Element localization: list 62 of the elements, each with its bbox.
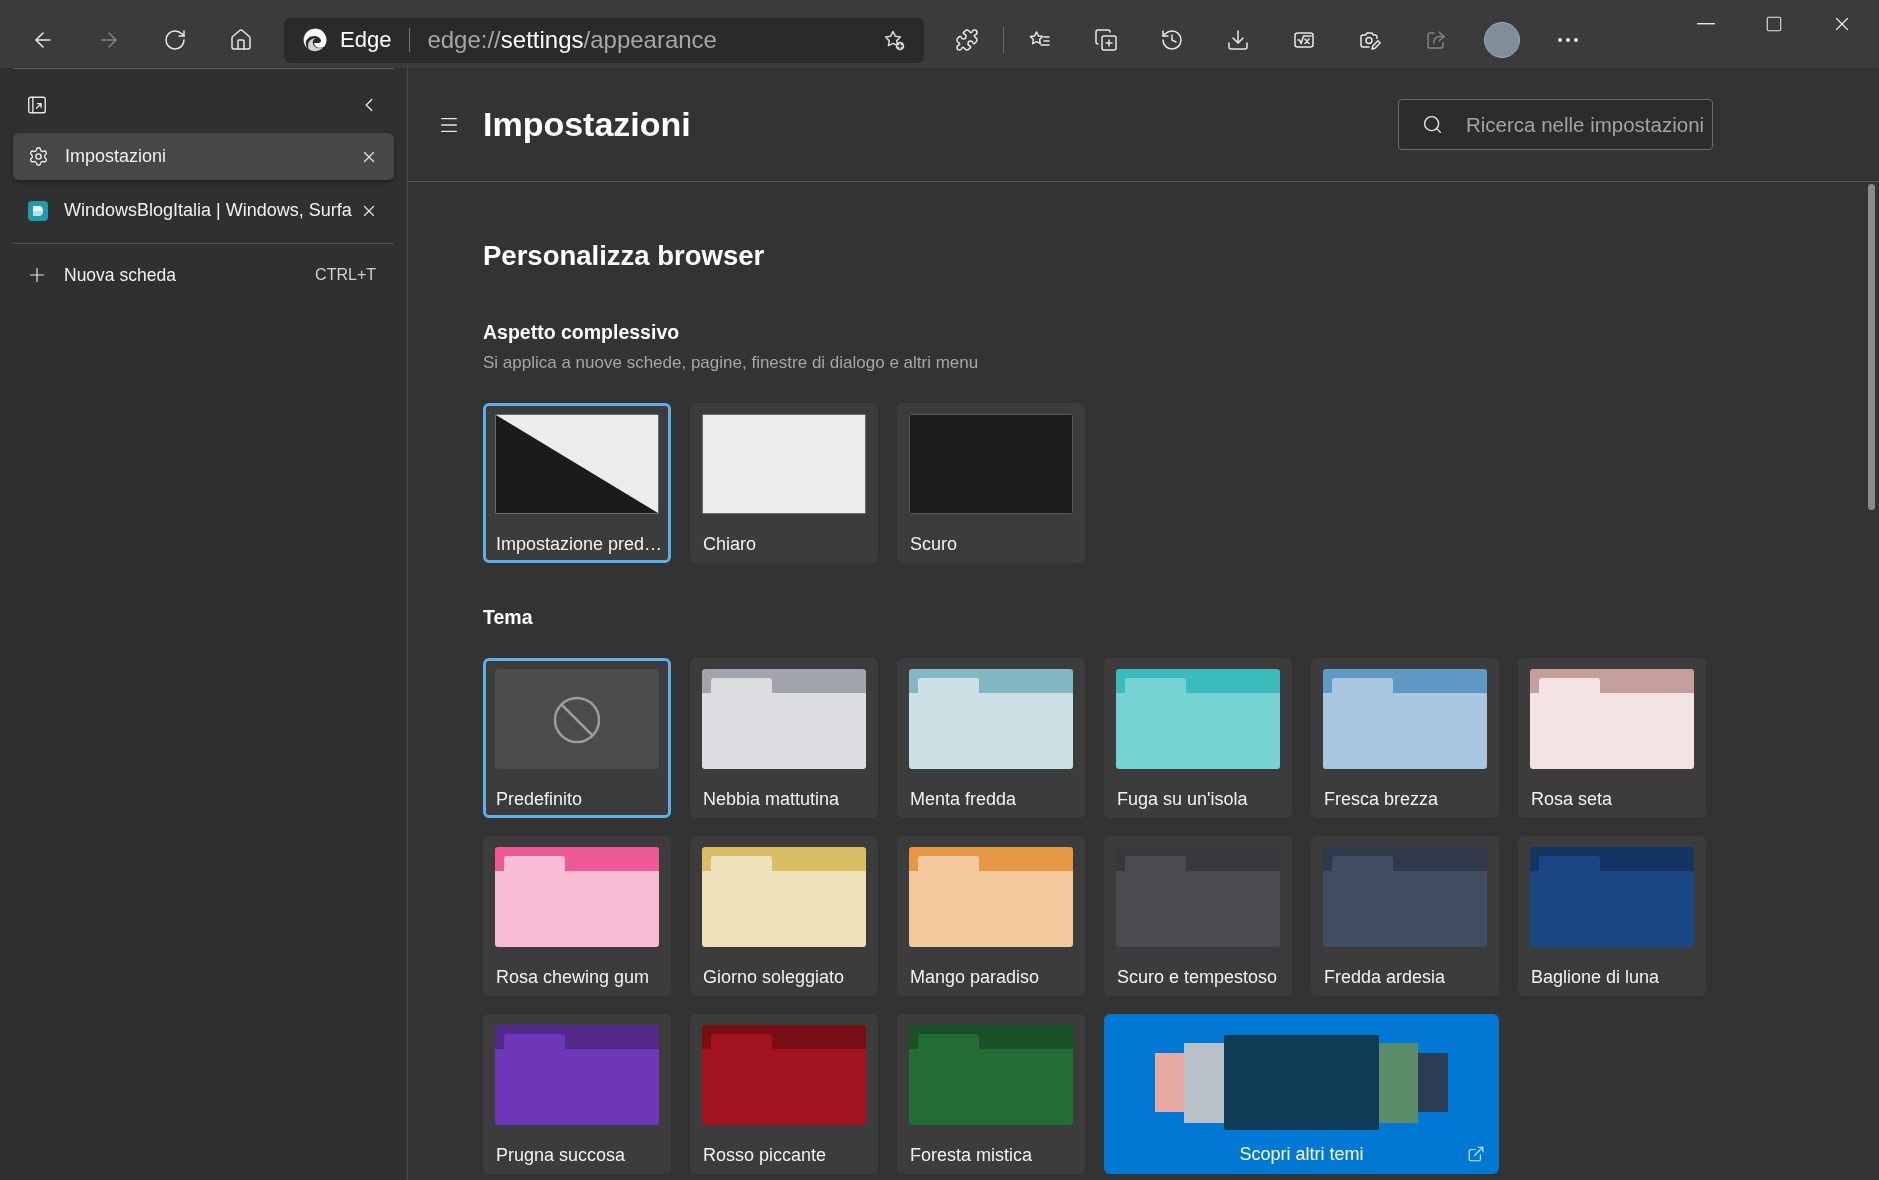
theme-option[interactable]: Rosa chewing gum xyxy=(483,836,671,996)
new-tab-label: Nuova scheda xyxy=(64,264,177,286)
photo-placeholder xyxy=(1155,1053,1184,1112)
maximize-icon xyxy=(1765,15,1783,33)
new-tab-button[interactable]: Nuova scheda CTRL+T xyxy=(13,253,394,297)
section-title: Personalizza browser xyxy=(483,239,766,273)
split-swatch-icon xyxy=(495,414,659,514)
download-icon xyxy=(1226,28,1250,52)
more-themes-link[interactable]: Scopri altri temi xyxy=(1104,1014,1499,1174)
vertical-tab[interactable]: Impostazioni xyxy=(13,133,394,180)
tab-title: WindowsBlogItalia | Windows, Surfa xyxy=(64,200,353,221)
theme-option[interactable]: Rosa seta xyxy=(1518,658,1706,818)
theme-option[interactable]: Prugna succosa xyxy=(483,1014,671,1174)
search-icon xyxy=(1422,114,1443,135)
refresh-icon xyxy=(163,28,187,52)
appearance-option[interactable]: Scuro xyxy=(897,403,1085,563)
theme-option[interactable]: Scuro e tempestoso xyxy=(1104,836,1292,996)
group-heading: Tema xyxy=(483,605,534,629)
star-plus-icon xyxy=(882,28,906,52)
puzzle-icon xyxy=(955,28,979,52)
shortcut-label: CTRL+T xyxy=(315,266,376,284)
theme-option[interactable]: Fresca brezza xyxy=(1311,658,1499,818)
theme-option[interactable]: Fredda ardesia xyxy=(1311,836,1499,996)
tab-panel-icon xyxy=(26,94,48,116)
more-icon xyxy=(1558,38,1578,42)
site-info-button[interactable]: Edge xyxy=(292,22,400,58)
share-icon xyxy=(1424,28,1448,52)
history-icon xyxy=(1160,28,1184,52)
vertical-tab[interactable]: WindowsBlogItalia | Windows, Surfa xyxy=(13,187,394,234)
swatch-icon xyxy=(909,414,1073,514)
browser-logo-icon xyxy=(302,27,328,53)
theme-option[interactable]: Menta fredda xyxy=(897,658,1085,818)
theme-option[interactable]: Foresta mistica xyxy=(897,1014,1085,1174)
theme-option[interactable]: Fuga su un'isola xyxy=(1104,658,1292,818)
prohibited-icon xyxy=(495,669,659,769)
swatch-icon xyxy=(702,414,866,514)
group-description: Si applica a nuove schede, pagine, finestre di dialogo e altri menu xyxy=(483,353,980,373)
search-field[interactable]: Ricerca nelle impostazioni xyxy=(1398,99,1713,150)
avatar-icon xyxy=(1484,22,1520,58)
settings-icon xyxy=(28,146,49,167)
page-title: Impostazioni xyxy=(483,105,691,144)
theme-option[interactable]: Nebbia mattutina xyxy=(690,658,878,818)
tab-actions-button[interactable] xyxy=(26,94,48,116)
theme-option[interactable]: Rosso piccante xyxy=(690,1014,878,1174)
theme-option[interactable]: Giorno soleggiato xyxy=(690,836,878,996)
scrollbar-thumb[interactable] xyxy=(1868,184,1875,510)
address-url: edge://settings/appearance xyxy=(427,26,717,54)
photo-placeholder xyxy=(1418,1053,1448,1112)
browser-name-label: Edge xyxy=(340,27,392,53)
address-bar[interactable]: Edge edge://settings/appearance xyxy=(284,17,924,63)
appearance-option[interactable]: Chiaro xyxy=(690,403,878,563)
group-heading: Aspetto complessivo xyxy=(483,320,681,344)
site-favicon-icon xyxy=(28,200,48,221)
home-icon xyxy=(229,28,253,52)
tab-title: Impostazioni xyxy=(65,146,168,167)
theme-option[interactable]: Predefinito xyxy=(483,658,671,818)
theme-option[interactable]: Baglione di luna xyxy=(1518,836,1706,996)
appearance-option[interactable]: Impostazione pred… xyxy=(483,403,671,563)
theme-option[interactable]: Mango paradiso xyxy=(897,836,1085,996)
copy-plus-icon xyxy=(1094,28,1118,52)
minimize-icon xyxy=(1697,23,1715,25)
external-link-icon xyxy=(1467,1145,1485,1163)
